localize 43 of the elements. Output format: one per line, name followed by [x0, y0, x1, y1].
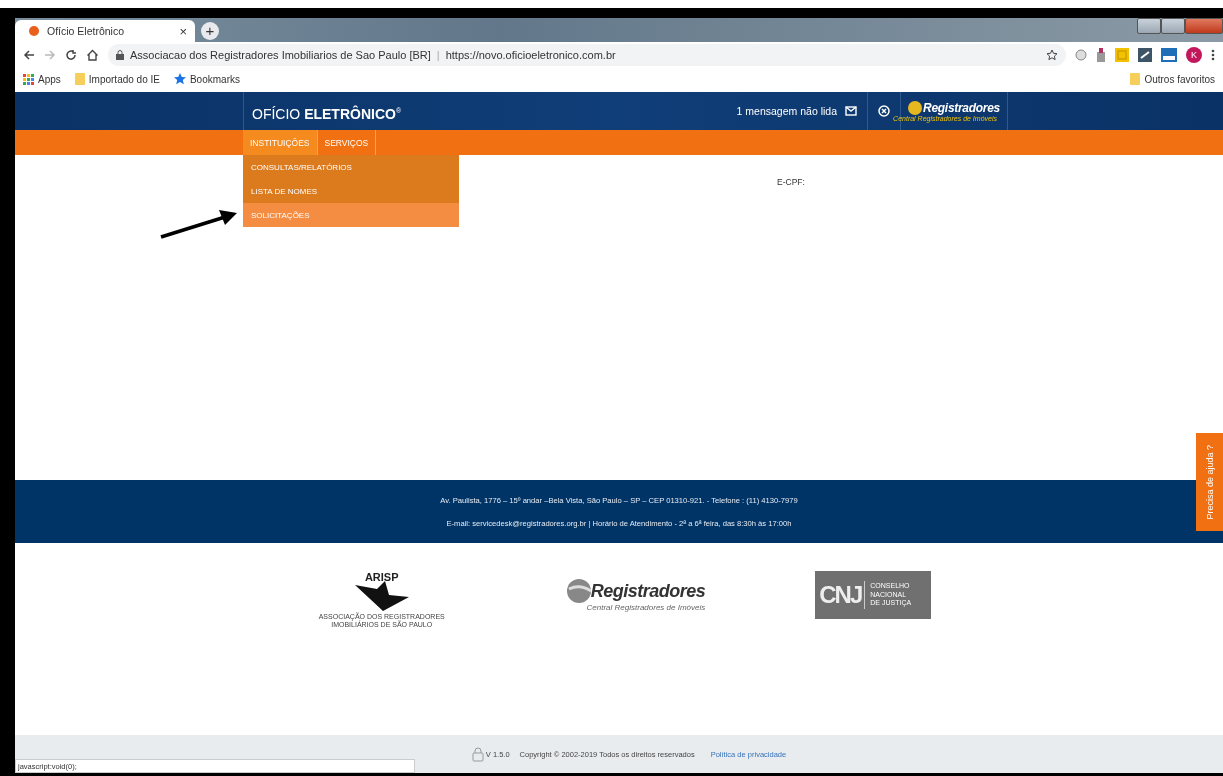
extension-icon[interactable]	[1161, 48, 1177, 62]
unread-messages-link[interactable]: 1 mensagem não lida	[736, 105, 837, 117]
reload-icon[interactable]	[65, 49, 77, 61]
site-logo[interactable]: OFÍCIO ELETRÔNICO$^{®}$	[244, 92, 737, 130]
bookmark-item[interactable]: Importado do IE	[74, 73, 160, 85]
bookmark-item[interactable]: Apps	[23, 73, 61, 85]
globe-icon	[908, 100, 923, 115]
url-text: https://novo.oficioeletronico.com.br	[445, 49, 616, 61]
lock-icon	[471, 746, 484, 762]
star-icon	[173, 73, 186, 85]
close-button[interactable]	[1185, 18, 1223, 34]
logo-name: Registradores	[923, 100, 1000, 115]
profile-avatar[interactable]: K	[1186, 47, 1202, 63]
extension-icon[interactable]	[1096, 48, 1106, 62]
folder-icon	[74, 73, 85, 85]
browser-tab[interactable]: Ofício Eletrônico ×	[15, 20, 195, 42]
new-tab-button[interactable]: +	[201, 22, 219, 40]
back-icon[interactable]	[23, 49, 35, 61]
star-icon[interactable]	[1046, 49, 1058, 61]
envelope-icon[interactable]	[845, 106, 857, 116]
lock-icon	[116, 50, 124, 60]
menu-icon[interactable]	[1211, 49, 1215, 61]
address-bar[interactable]: Associacao dos Registradores Imobiliarios de Sao Paulo [BR] | https://novo.oficioeletronico.com.br	[108, 44, 1066, 66]
site-name: Associacao dos Registradores Imobiliarios de Sao Paulo [BR]	[130, 49, 431, 61]
bookmark-folder[interactable]: Outros favoritos	[1130, 73, 1215, 85]
tab-title: Ofício Eletrônico	[47, 25, 126, 37]
folder-icon	[1130, 73, 1141, 85]
separator-text: |	[436, 49, 440, 61]
close-circle-icon[interactable]	[878, 105, 890, 117]
minimize-button[interactable]	[1137, 18, 1161, 34]
logo-subtitle: Central Registradores de Imóveis	[586, 603, 706, 612]
favicon-icon	[29, 26, 39, 36]
apps-grid-icon	[23, 73, 34, 85]
logo-name: Registradores	[590, 580, 706, 602]
ecpf-label: E-CPF:	[777, 177, 805, 187]
bookmark-item[interactable]: Bookmarks	[173, 73, 240, 85]
logo-name: CNJ	[819, 581, 866, 609]
logo-name: ARISP	[364, 571, 399, 583]
tab-close-button[interactable]: ×	[179, 23, 187, 39]
maximize-button[interactable]	[1161, 18, 1185, 34]
home-icon[interactable]	[86, 49, 99, 61]
extension-icon[interactable]	[1138, 48, 1152, 62]
globe-icon	[566, 579, 591, 603]
